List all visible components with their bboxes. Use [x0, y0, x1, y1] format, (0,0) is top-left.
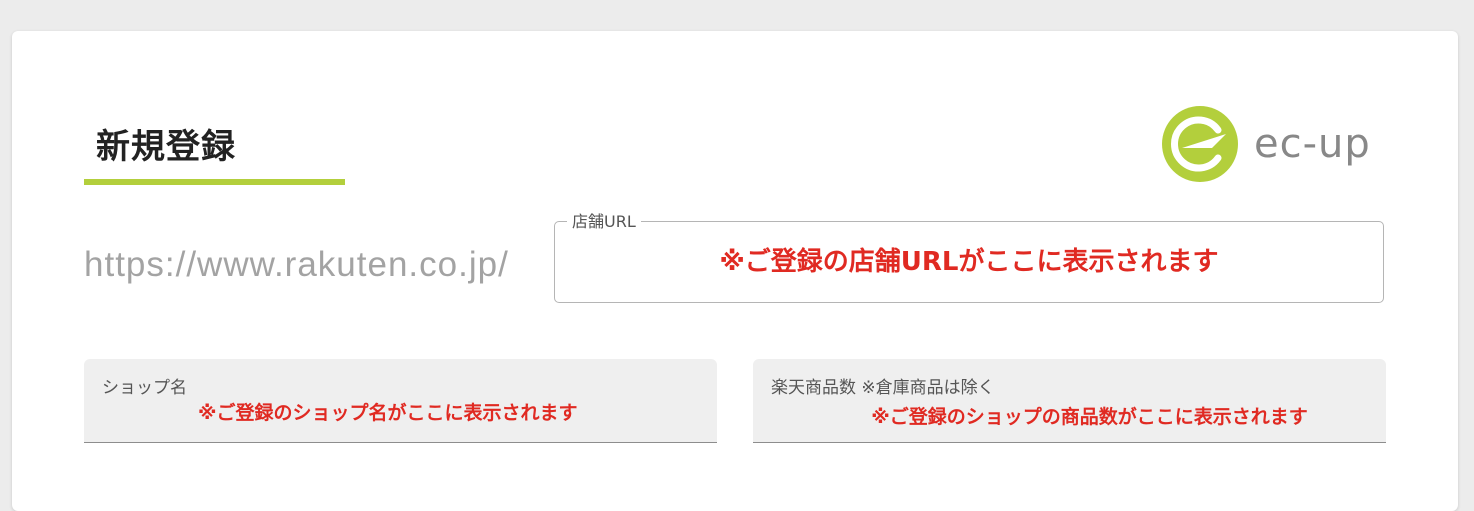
ec-up-logo-icon: [1162, 106, 1238, 182]
title-underline: [84, 179, 345, 185]
store-url-label: 店舗URL: [567, 213, 641, 231]
logo-text: ec-up: [1254, 121, 1371, 167]
store-url-field[interactable]: 店舗URL ※ご登録の店舗URLがここに表示されます: [554, 213, 1384, 303]
shop-name-value: ※ご登録のショップ名がここに表示されます: [198, 402, 578, 424]
item-count-field[interactable]: 楽天商品数 ※倉庫商品は除く ※ご登録のショップの商品数がここに表示されます: [753, 359, 1386, 443]
shop-name-field[interactable]: ショップ名 ※ご登録のショップ名がここに表示されます: [84, 359, 717, 443]
item-count-value: ※ご登録のショップの商品数がここに表示されます: [871, 406, 1308, 428]
store-url-value: ※ご登録の店舗URLがここに表示されます: [719, 247, 1219, 277]
shop-name-label: ショップ名: [102, 378, 187, 398]
item-count-label: 楽天商品数 ※倉庫商品は除く: [771, 378, 995, 398]
store-url-prefix: https://www.rakuten.co.jp/: [84, 245, 509, 284]
ec-up-logo: ec-up: [1160, 103, 1386, 185]
page-title: 新規登録: [96, 127, 236, 167]
